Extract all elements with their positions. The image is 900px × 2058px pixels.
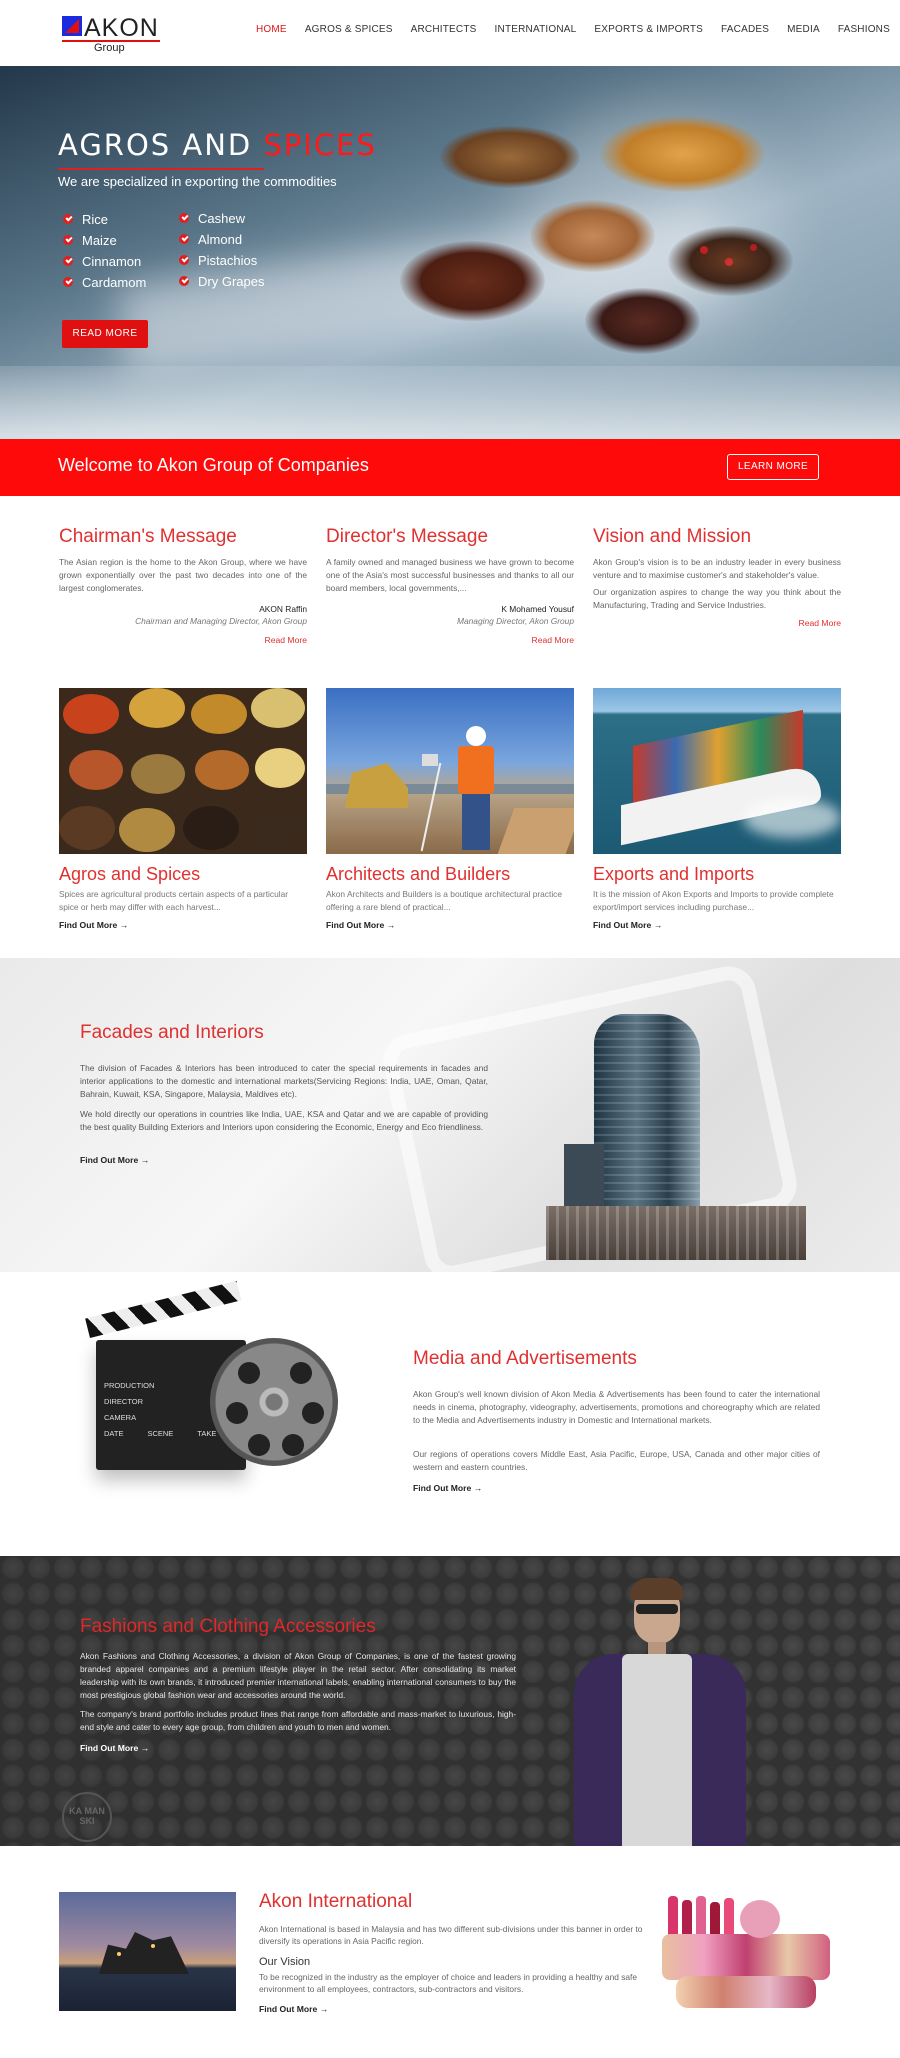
- agros-card-body: Spices are agricultural products certain…: [59, 889, 289, 912]
- intl-title: Akon International: [259, 1891, 413, 1912]
- logo-word: AKON: [84, 14, 159, 42]
- agros-card-title: Agros and Spices: [59, 864, 201, 884]
- media-body-2: Our regions of operations covers Middle …: [413, 1449, 820, 1472]
- fashion-body-2: The company's brand portfolio includes p…: [80, 1709, 516, 1732]
- welcome-text: Welcome to Akon Group of Companies: [58, 455, 369, 475]
- clapper-label: SCENE: [147, 1429, 174, 1438]
- exports-card-title: Exports and Imports: [593, 864, 755, 884]
- nav-media[interactable]: MEDIA: [787, 24, 820, 35]
- hero-list-item: Maize: [60, 230, 146, 251]
- nav-facades[interactable]: FACADES: [721, 24, 769, 35]
- oil-rig-image: [59, 1892, 236, 2011]
- nav-exports-imports[interactable]: EXPORTS & IMPORTS: [594, 24, 703, 35]
- chairman-read-more-link[interactable]: Read More: [59, 635, 307, 645]
- logo-mark-icon: [62, 16, 82, 36]
- clapper-label: DATE: [104, 1429, 124, 1438]
- hero-title-underline: [58, 168, 264, 170]
- facades-title: Facades and Interiors: [80, 1022, 264, 1043]
- hero-list-item: Cashew: [176, 208, 264, 229]
- hero-read-more-button[interactable]: READ MORE: [62, 320, 148, 348]
- hero-list-item: Almond: [176, 229, 264, 250]
- media-body-1: Akon Group's well known division of Akon…: [413, 1389, 820, 1425]
- director-message: Director's Message A family owned and ma…: [326, 526, 574, 645]
- fashion-section: Fashions and Clothing Accessories Akon F…: [0, 1556, 900, 1846]
- chairman-body: The Asian region is the home to the Akon…: [59, 557, 307, 593]
- clapper-label: DIRECTOR: [104, 1397, 144, 1406]
- facades-find-out-more-link[interactable]: Find Out More →: [80, 1155, 149, 1165]
- intl-vision-title: Our Vision: [259, 1956, 311, 1968]
- facades-body-2: We hold directly our operations in count…: [80, 1109, 488, 1132]
- hero-list-item: Pistachios: [176, 250, 264, 271]
- media-find-out-more-link[interactable]: Find Out More →: [413, 1483, 482, 1493]
- director-role: Managing Director, Akon Group: [457, 616, 574, 626]
- exports-find-out-more-link[interactable]: Find Out More →: [593, 920, 841, 930]
- clapper-label: CAMERA: [104, 1413, 137, 1422]
- hero-list-item: Dry Grapes: [176, 271, 264, 292]
- clapper-label: PRODUCTION: [104, 1381, 155, 1390]
- agros-find-out-more-link[interactable]: Find Out More →: [59, 920, 307, 930]
- spices-bowls-image: [59, 688, 307, 854]
- chairman-role: Chairman and Managing Director, Akon Gro…: [135, 616, 307, 626]
- director-signature: K Mohamed Yousuf: [501, 604, 574, 614]
- hero-slider: AGROS AND SPICES We are specialized in e…: [0, 66, 900, 439]
- exports-card: Exports and Imports It is the mission of…: [593, 688, 841, 930]
- hero-list-right: Cashew Almond Pistachios Dry Grapes: [176, 208, 264, 292]
- chairman-title: Chairman's Message: [59, 526, 237, 547]
- nav-architects[interactable]: ARCHITECTS: [411, 24, 477, 35]
- learn-more-button[interactable]: LEARN MORE: [727, 454, 819, 480]
- main-nav: HOME AGROS & SPICES ARCHITECTS INTERNATI…: [256, 24, 900, 35]
- fashion-find-out-more-link[interactable]: Find Out More →: [80, 1743, 149, 1753]
- hero-title: AGROS AND SPICES: [58, 128, 377, 162]
- intl-body-1: Akon International is based in Malaysia …: [259, 1924, 643, 1946]
- akon-logo[interactable]: AKON Group: [62, 14, 172, 54]
- intl-body-2: To be recognized in the industry as the …: [259, 1972, 638, 1994]
- hero-bottom-fade: [0, 366, 900, 439]
- hero-list-item: Cardamom: [60, 272, 146, 293]
- director-read-more-link[interactable]: Read More: [326, 635, 574, 645]
- chairman-message: Chairman's Message The Asian region is t…: [59, 526, 307, 645]
- facades-body-1: The division of Facades & Interiors has …: [80, 1063, 488, 1099]
- clapper-label: TAKE: [197, 1429, 217, 1438]
- header: AKON Group HOME AGROS & SPICES ARCHITECT…: [0, 0, 900, 66]
- hero-list-item: Rice: [60, 209, 146, 230]
- exports-card-body: It is the mission of Akon Exports and Im…: [593, 889, 834, 912]
- nav-agros-spices[interactable]: AGROS & SPICES: [305, 24, 393, 35]
- hero-list-item: Cinnamon: [60, 251, 146, 272]
- vision-read-more-link[interactable]: Read More: [593, 618, 841, 628]
- fashion-title: Fashions and Clothing Accessories: [80, 1616, 376, 1637]
- hero-title-white: AGROS AND: [58, 128, 253, 162]
- vision-body: Akon Group's vision is to be an industry…: [593, 557, 841, 580]
- kamanski-badge: KA MAN SKI: [62, 1792, 112, 1842]
- hero-subtitle: We are specialized in exporting the comm…: [58, 174, 337, 189]
- architects-find-out-more-link[interactable]: Find Out More →: [326, 920, 574, 930]
- welcome-banner: Welcome to Akon Group of Companies LEARN…: [0, 439, 900, 496]
- logo-group: Group: [94, 42, 125, 54]
- cargo-ship-image: [593, 688, 841, 854]
- agros-card: Agros and Spices Spices are agricultural…: [59, 688, 307, 930]
- nav-fashions[interactable]: FASHIONS: [838, 24, 890, 35]
- construction-worker-image: [326, 688, 574, 854]
- fashion-body-1: Akon Fashions and Clothing Accessories, …: [80, 1651, 516, 1700]
- facades-section: Facades and Interiors The division of Fa…: [0, 958, 900, 1272]
- vision-body-2: Our organization aspires to change the w…: [593, 587, 841, 610]
- architects-card-title: Architects and Builders: [326, 864, 511, 884]
- architects-card-body: Akon Architects and Builders is a boutiq…: [326, 889, 563, 912]
- vision-title: Vision and Mission: [593, 526, 752, 547]
- director-title: Director's Message: [326, 526, 489, 547]
- media-title: Media and Advertisements: [413, 1348, 637, 1369]
- architects-card: Architects and Builders Akon Architects …: [326, 688, 574, 930]
- hero-title-red: SPICES: [263, 128, 377, 162]
- nav-home[interactable]: HOME: [256, 24, 287, 35]
- hero-list-left: Rice Maize Cinnamon Cardamom: [60, 209, 146, 293]
- intl-find-out-more-link[interactable]: Find Out More →: [259, 2004, 328, 2014]
- chairman-signature: AKON Raffin: [259, 604, 307, 614]
- director-body: A family owned and managed business we h…: [326, 557, 574, 593]
- vision-mission: Vision and Mission Akon Group's vision i…: [593, 526, 841, 628]
- nav-international[interactable]: INTERNATIONAL: [495, 24, 577, 35]
